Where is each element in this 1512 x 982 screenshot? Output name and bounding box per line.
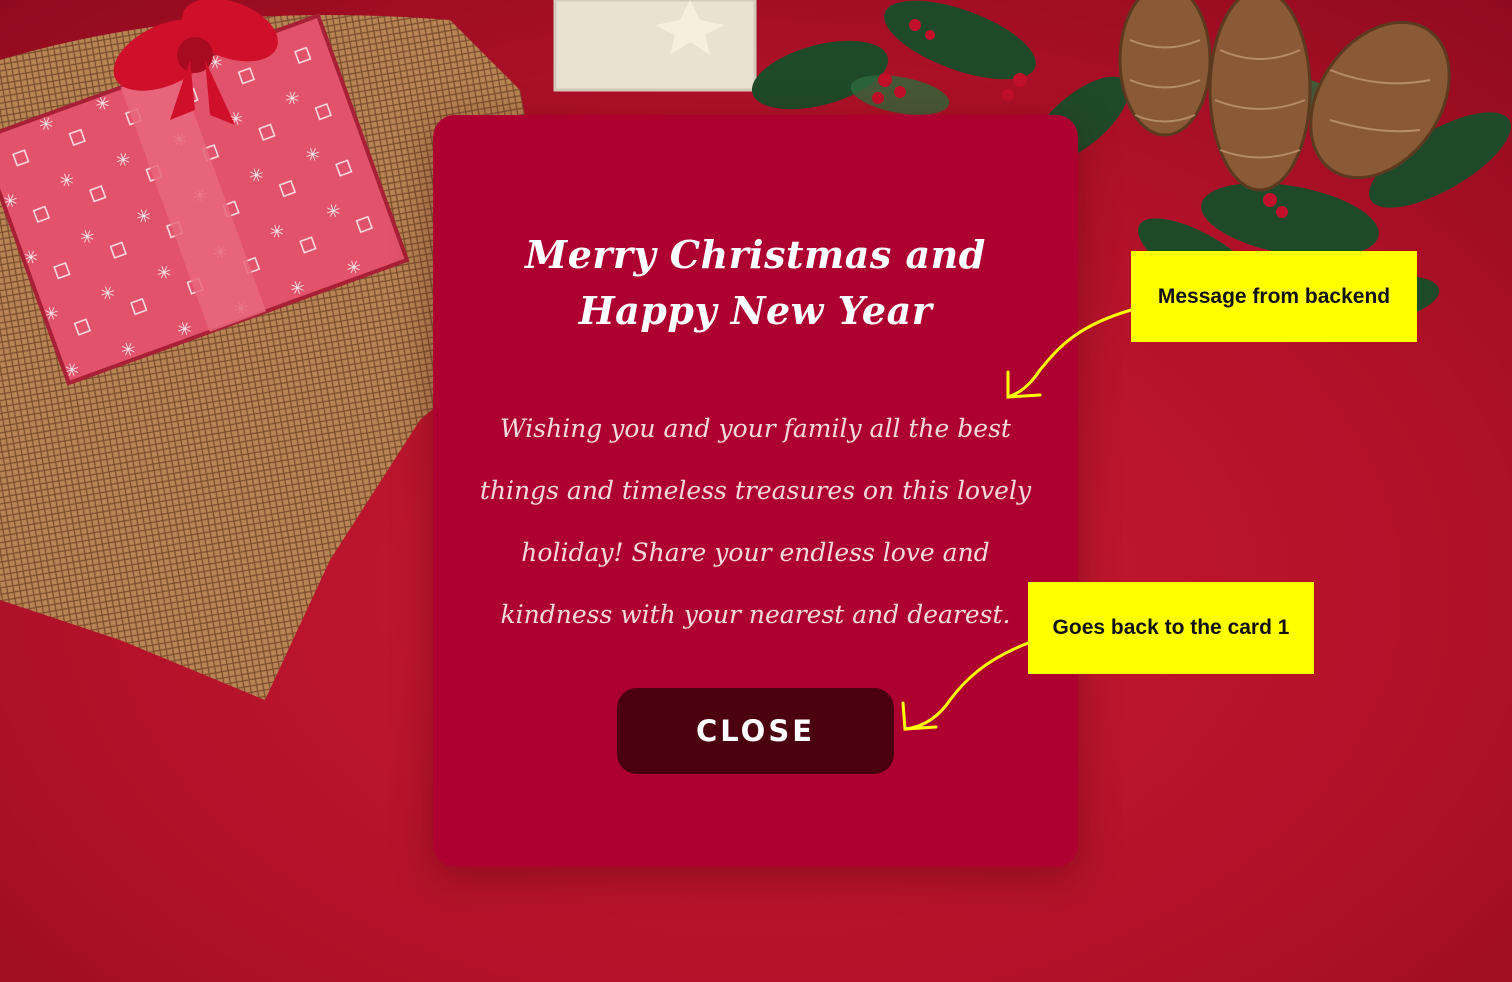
close-button[interactable]: CLOSE xyxy=(617,688,894,774)
annotation-message-from-backend: Message from backend xyxy=(1131,251,1417,342)
greeting-card: Merry Christmas and Happy New Year Wishi… xyxy=(433,115,1078,867)
card-message: Wishing you and your family all the best… xyxy=(479,414,1032,629)
annotation-goes-back: Goes back to the card 1 xyxy=(1028,582,1314,674)
card-title: Merry Christmas and Happy New Year xyxy=(525,232,986,333)
